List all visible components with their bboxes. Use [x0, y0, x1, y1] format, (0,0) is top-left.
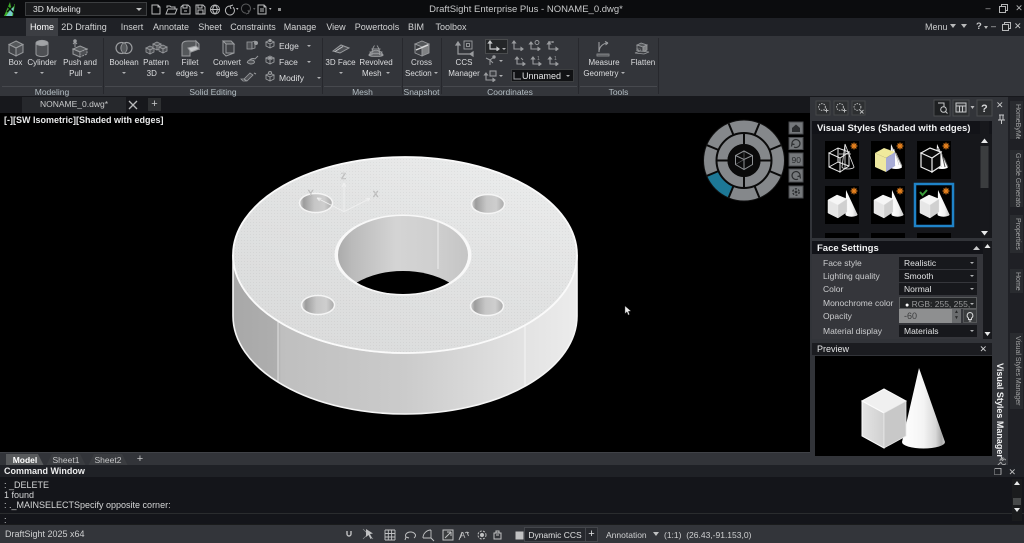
svg-text:1: 1: [554, 56, 557, 62]
svg-text:1: 1: [537, 56, 540, 62]
svg-text:Y: Y: [308, 189, 314, 198]
svg-text:90: 90: [792, 155, 802, 165]
svg-text:Z: Z: [341, 172, 346, 181]
svg-text:2D: 2D: [636, 47, 641, 52]
svg-text:Face Settings: Face Settings: [817, 243, 879, 254]
svg-text:Visual Styles (Shaded with edg: Visual Styles (Shaded with edges): [817, 123, 970, 134]
svg-text:?: ?: [981, 103, 988, 115]
svg-text:X: X: [373, 190, 379, 199]
